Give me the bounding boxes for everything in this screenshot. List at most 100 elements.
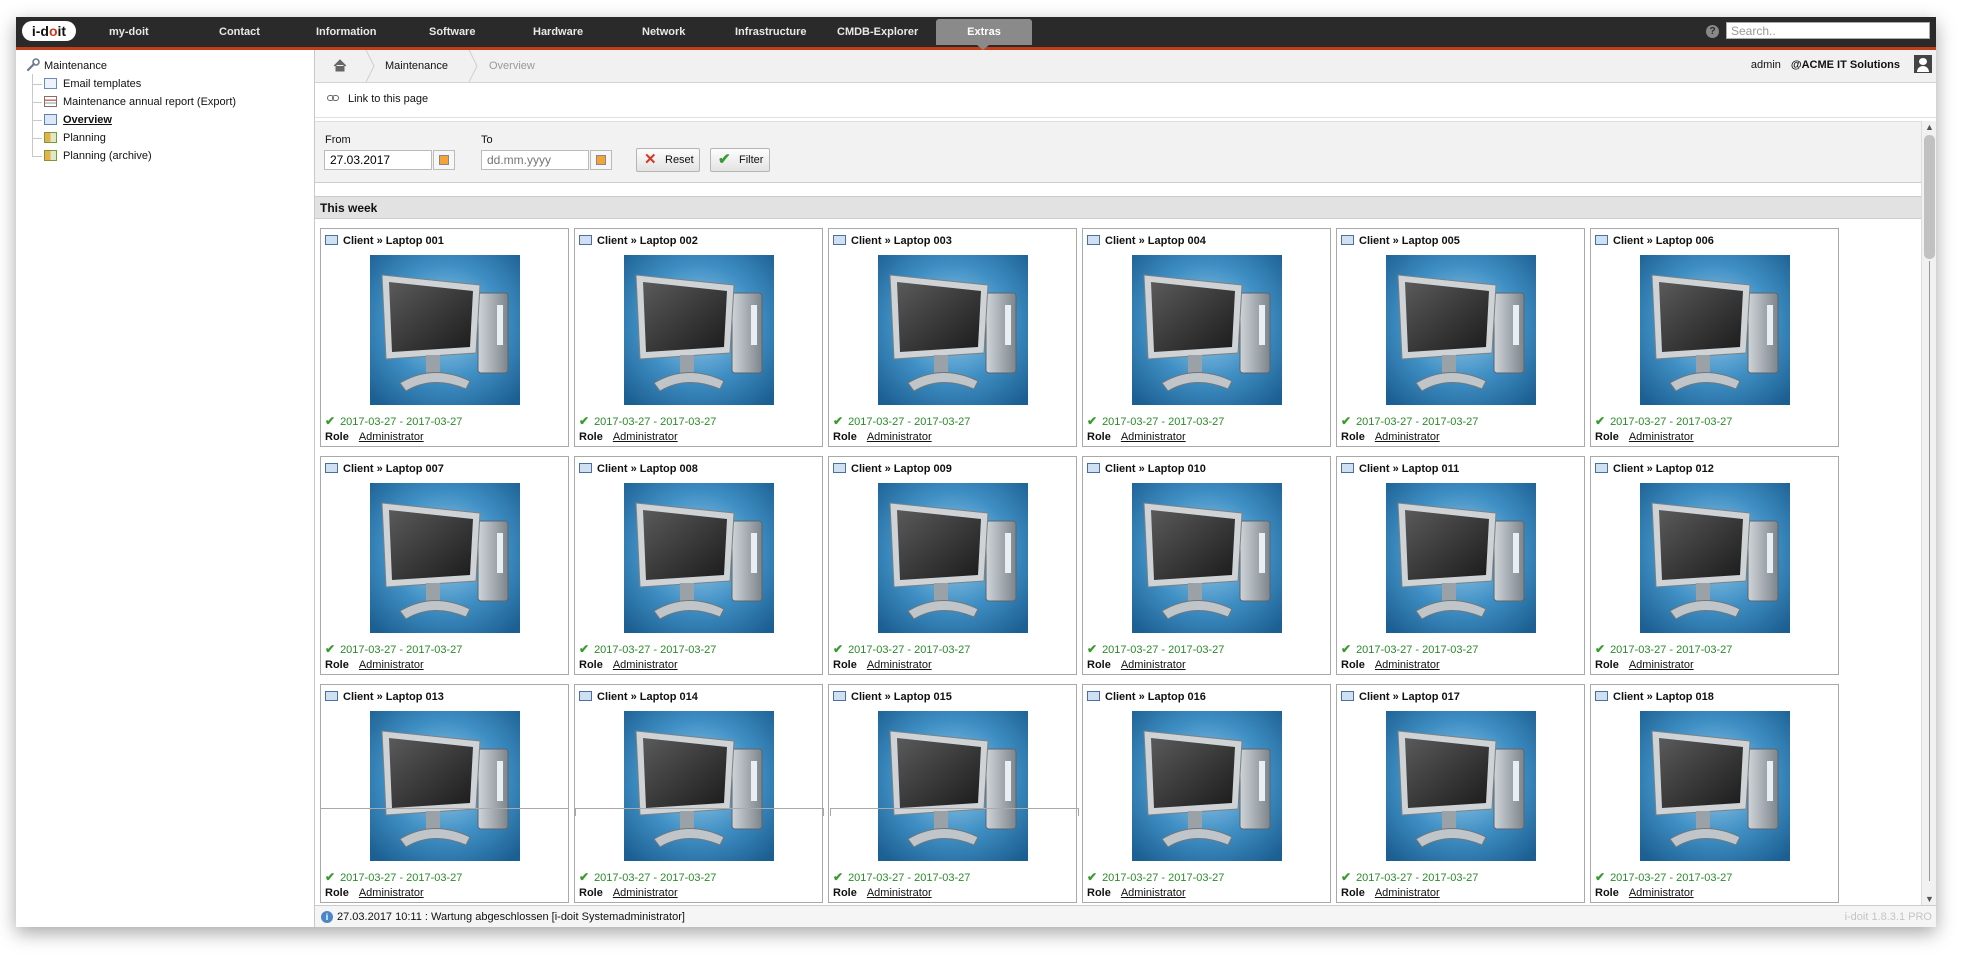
role-link[interactable]: Administrator xyxy=(1629,659,1694,671)
vertical-scrollbar[interactable]: ▲ ▼ xyxy=(1921,121,1936,905)
client-icon xyxy=(1341,235,1354,245)
nav-software[interactable]: Software xyxy=(429,17,475,47)
scroll-up-arrow-icon[interactable]: ▲ xyxy=(1925,122,1934,132)
card-title[interactable]: Client » Laptop 012 xyxy=(1595,463,1714,475)
maintenance-card[interactable]: Client » Laptop 015 ✔ 2017-03-27 - 2017-0… xyxy=(828,684,1077,903)
card-date-range: ✔ 2017-03-27 - 2017-03-27 xyxy=(1341,414,1478,428)
maintenance-card[interactable]: Client » Laptop 013 ✔ 2017-03-27 - 2017-0… xyxy=(320,684,569,903)
card-title[interactable]: Client » Laptop 009 xyxy=(833,463,952,475)
idoit-logo[interactable]: i-doit xyxy=(22,21,76,41)
maintenance-card[interactable]: Client » Laptop 006 ✔ 2017-03-27 - 2017-0… xyxy=(1590,228,1839,447)
link-to-page[interactable]: Link to this page xyxy=(348,93,428,105)
maintenance-card[interactable]: Client » Laptop 014 ✔ 2017-03-27 - 2017-0… xyxy=(574,684,823,903)
sidebar-item-email-templates[interactable]: Email templates xyxy=(44,76,141,92)
scroll-down-arrow-icon[interactable]: ▼ xyxy=(1925,894,1934,904)
card-title-text: Client » Laptop 004 xyxy=(1105,235,1206,247)
from-date-input[interactable] xyxy=(324,150,432,170)
maintenance-card[interactable]: Client » Laptop 017 ✔ 2017-03-27 - 2017-0… xyxy=(1336,684,1585,903)
role-link[interactable]: Administrator xyxy=(613,887,678,899)
sidebar-item-overview[interactable]: Overview xyxy=(44,112,112,128)
user-info[interactable]: admin @ACME IT Solutions xyxy=(1751,50,1936,82)
card-title[interactable]: Client » Laptop 008 xyxy=(579,463,698,475)
card-title[interactable]: Client » Laptop 005 xyxy=(1341,235,1460,247)
role-link[interactable]: Administrator xyxy=(359,887,424,899)
card-title[interactable]: Client » Laptop 010 xyxy=(1087,463,1206,475)
sidebar-item-planning-archive[interactable]: Planning (archive) xyxy=(44,148,152,164)
card-title[interactable]: Client » Laptop 007 xyxy=(325,463,444,475)
role-link[interactable]: Administrator xyxy=(1375,887,1440,899)
card-date-range: ✔ 2017-03-27 - 2017-03-27 xyxy=(325,414,462,428)
role-link[interactable]: Administrator xyxy=(1375,431,1440,443)
card-title[interactable]: Client » Laptop 004 xyxy=(1087,235,1206,247)
maintenance-card[interactable]: Client » Laptop 009 ✔ 2017-03-27 - 2017-0… xyxy=(828,456,1077,675)
role-link[interactable]: Administrator xyxy=(1375,659,1440,671)
role-link[interactable]: Administrator xyxy=(1629,431,1694,443)
role-link[interactable]: Administrator xyxy=(867,431,932,443)
cross-icon: ✕ xyxy=(644,151,657,168)
role-link[interactable]: Administrator xyxy=(359,659,424,671)
role-label: Role xyxy=(1087,431,1111,443)
card-title[interactable]: Client » Laptop 001 xyxy=(325,235,444,247)
to-calendar-button[interactable] xyxy=(590,150,612,170)
search-input[interactable] xyxy=(1726,22,1930,39)
card-title[interactable]: Client » Laptop 014 xyxy=(579,691,698,703)
nav-cmdb-explorer[interactable]: CMDB-Explorer xyxy=(837,17,918,47)
maintenance-card[interactable]: Client » Laptop 010 ✔ 2017-03-27 - 2017-0… xyxy=(1082,456,1331,675)
role-link[interactable]: Administrator xyxy=(1121,659,1186,671)
maintenance-card[interactable]: Client » Laptop 012 ✔ 2017-03-27 - 2017-0… xyxy=(1590,456,1839,675)
help-icon[interactable]: ? xyxy=(1706,25,1719,38)
maintenance-card[interactable]: Client » Laptop 011 ✔ 2017-03-27 - 2017-0… xyxy=(1336,456,1585,675)
role-link[interactable]: Administrator xyxy=(1121,431,1186,443)
nav-contact[interactable]: Contact xyxy=(219,17,260,47)
role-link[interactable]: Administrator xyxy=(613,431,678,443)
breadcrumb-maintenance[interactable]: Maintenance xyxy=(385,50,448,82)
maintenance-card[interactable]: Client » Laptop 001 ✔ 2017-03-27 - 2017-0… xyxy=(320,228,569,447)
role-link[interactable]: Administrator xyxy=(359,431,424,443)
from-calendar-button[interactable] xyxy=(433,150,455,170)
card-title[interactable]: Client » Laptop 003 xyxy=(833,235,952,247)
nav-network[interactable]: Network xyxy=(642,17,685,47)
nav-information[interactable]: Information xyxy=(316,17,377,47)
nav-my-doit[interactable]: my-doit xyxy=(109,17,149,47)
card-title[interactable]: Client » Laptop 017 xyxy=(1341,691,1460,703)
maintenance-card[interactable]: Client » Laptop 008 ✔ 2017-03-27 - 2017-0… xyxy=(574,456,823,675)
card-title[interactable]: Client » Laptop 018 xyxy=(1595,691,1714,703)
role-link[interactable]: Administrator xyxy=(867,659,932,671)
avatar[interactable] xyxy=(1914,55,1932,73)
computer-image xyxy=(1640,711,1790,861)
maintenance-card[interactable]: Client » Laptop 018 ✔ 2017-03-27 - 2017-0… xyxy=(1590,684,1839,903)
card-title[interactable]: Client » Laptop 002 xyxy=(579,235,698,247)
maintenance-card[interactable]: Client » Laptop 003 ✔ 2017-03-27 - 2017-0… xyxy=(828,228,1077,447)
nav-infrastructure[interactable]: Infrastructure xyxy=(735,17,807,47)
maintenance-card[interactable]: Client » Laptop 016 ✔ 2017-03-27 - 2017-0… xyxy=(1082,684,1331,903)
computer-image xyxy=(624,483,774,633)
card-title[interactable]: Client » Laptop 013 xyxy=(325,691,444,703)
card-title[interactable]: Client » Laptop 011 xyxy=(1341,463,1459,475)
tenant-name: @ACME IT Solutions xyxy=(1790,59,1900,71)
filter-button[interactable]: ✔ Filter xyxy=(710,148,770,172)
maintenance-card[interactable]: Client » Laptop 004 ✔ 2017-03-27 - 2017-0… xyxy=(1082,228,1331,447)
role-label: Role xyxy=(1595,887,1619,899)
maintenance-card[interactable]: Client » Laptop 005 ✔ 2017-03-27 - 2017-0… xyxy=(1336,228,1585,447)
to-date-input[interactable] xyxy=(481,150,589,170)
nav-hardware[interactable]: Hardware xyxy=(533,17,583,47)
role-link[interactable]: Administrator xyxy=(613,659,678,671)
role-link[interactable]: Administrator xyxy=(867,887,932,899)
reset-button[interactable]: ✕ Reset xyxy=(636,148,700,172)
sidebar-item-planning[interactable]: Planning xyxy=(44,130,106,146)
sidebar-item-annual-report[interactable]: Maintenance annual report (Export) xyxy=(44,94,236,110)
card-title[interactable]: Client » Laptop 015 xyxy=(833,691,952,703)
card-date-text: 2017-03-27 - 2017-03-27 xyxy=(1356,416,1479,428)
card-title[interactable]: Client » Laptop 006 xyxy=(1595,235,1714,247)
nav-extras[interactable]: Extras xyxy=(936,19,1032,50)
role-link[interactable]: Administrator xyxy=(1629,887,1694,899)
scrollbar-thumb[interactable] xyxy=(1924,135,1935,259)
home-icon[interactable] xyxy=(333,50,347,82)
filter-label: Filter xyxy=(739,154,764,166)
card-date-range: ✔ 2017-03-27 - 2017-03-27 xyxy=(1595,642,1732,656)
tree-root-maintenance[interactable]: Maintenance xyxy=(26,58,107,74)
maintenance-card[interactable]: Client » Laptop 007 ✔ 2017-03-27 - 2017-0… xyxy=(320,456,569,675)
card-title[interactable]: Client » Laptop 016 xyxy=(1087,691,1206,703)
maintenance-card[interactable]: Client » Laptop 002 ✔ 2017-03-27 - 2017-0… xyxy=(574,228,823,447)
role-link[interactable]: Administrator xyxy=(1121,887,1186,899)
